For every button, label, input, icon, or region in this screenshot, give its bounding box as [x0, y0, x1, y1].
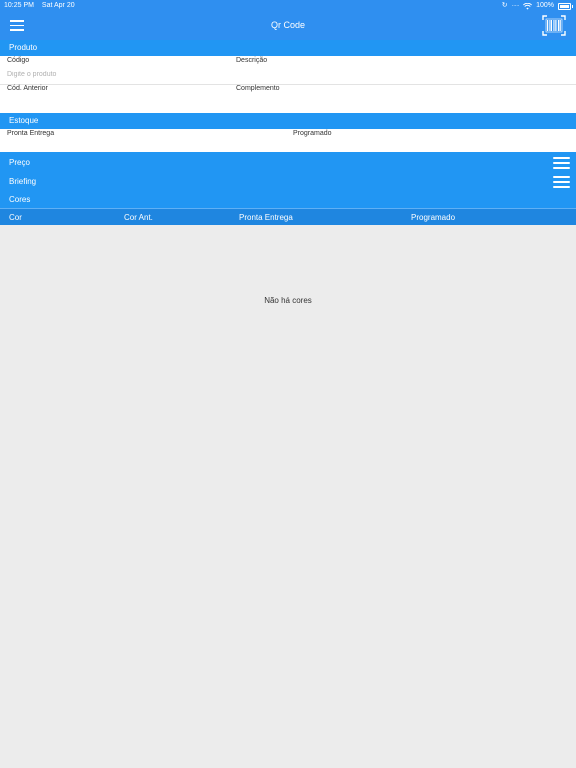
status-time: 10:25 PM — [4, 2, 34, 9]
status-bar: 10:25 PM Sat Apr 20 ↻ ····· 100% — [0, 0, 576, 12]
wifi-icon — [523, 2, 533, 10]
column-header-pronta-entrega: Pronta Entrega — [239, 213, 293, 222]
sync-icon: ↻ — [501, 2, 508, 9]
list-line — [553, 181, 570, 183]
cores-table-header: Cor Cor Ant. Pronta Entrega Programado — [0, 208, 576, 225]
battery-percent: 100% — [536, 2, 554, 9]
battery-icon — [558, 2, 573, 10]
codigo-label: Código — [7, 57, 30, 64]
pronta-entrega-label: Pronta Entrega — [7, 130, 55, 137]
list-line — [553, 162, 570, 164]
empty-table-message: Não há cores — [264, 296, 312, 305]
preco-section-label[interactable]: Preço — [9, 158, 30, 167]
status-date: Sat Apr 20 — [41, 2, 75, 9]
list-line — [553, 176, 570, 178]
codigo-input[interactable] — [7, 69, 222, 79]
nav-bar: Qr Code — [0, 12, 576, 40]
estoque-form: Pronta Entrega Programado — [0, 129, 576, 152]
briefing-section-label[interactable]: Briefing — [9, 177, 36, 186]
list-line — [553, 167, 570, 169]
complemento-label: Complemento — [236, 85, 280, 92]
barcode-scan-button[interactable] — [542, 15, 566, 36]
expandable-sections: Preço Briefing Cores — [0, 152, 576, 208]
list-line — [553, 157, 570, 159]
produto-section-header: Produto — [0, 40, 576, 56]
column-header-programado: Programado — [411, 213, 456, 222]
barcode-scan-icon — [542, 15, 566, 36]
descricao-label: Descrição — [236, 57, 268, 64]
estoque-section-header: Estoque — [0, 113, 576, 129]
programado-label: Programado — [293, 130, 332, 137]
page-title: Qr Code — [270, 20, 305, 30]
produto-form: Código Descrição Cód. Anterior Complemen… — [0, 56, 576, 113]
preco-list-icon[interactable] — [553, 157, 570, 169]
divider — [0, 84, 576, 85]
cores-section-label: Cores — [9, 195, 31, 204]
signal-dots-icon: ····· — [511, 3, 520, 9]
list-line — [553, 186, 570, 188]
column-header-cor: Cor — [9, 213, 22, 222]
column-header-cor-ant: Cor Ant. — [124, 213, 153, 222]
briefing-list-icon[interactable] — [553, 176, 570, 188]
cod-anterior-label: Cód. Anterior — [7, 85, 48, 92]
